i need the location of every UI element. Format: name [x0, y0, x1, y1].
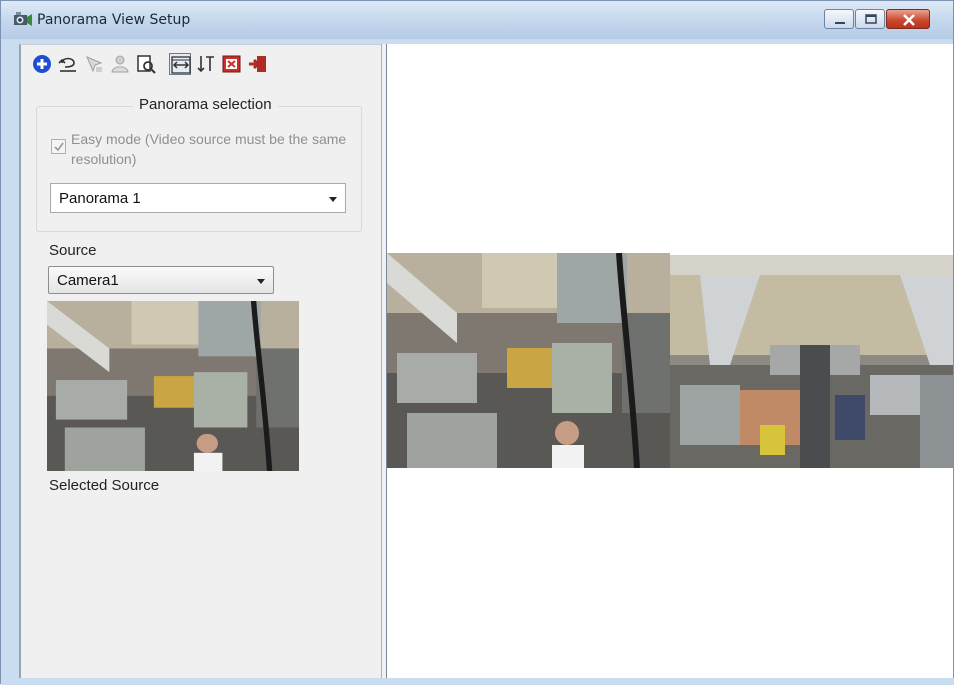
easy-mode-checkbox[interactable]: [51, 139, 66, 154]
panorama-preview: [387, 44, 953, 678]
panorama-selection-group: Panorama selection Easy mode (Video sour…: [36, 96, 362, 232]
camera-view-1[interactable]: [387, 253, 670, 468]
close-button[interactable]: [886, 9, 930, 29]
camera-view-2[interactable]: [670, 255, 953, 468]
camera-select[interactable]: Camera1: [48, 266, 274, 294]
camera-select-value: Camera1: [57, 272, 119, 289]
panorama-select[interactable]: Panorama 1: [50, 183, 346, 213]
camera-app-icon: [13, 11, 33, 29]
minimize-button[interactable]: [824, 9, 854, 29]
maximize-button[interactable]: [855, 9, 885, 29]
panorama-select-value: Panorama 1: [59, 190, 141, 207]
record-icon[interactable]: [221, 53, 243, 75]
chevron-down-icon: [329, 197, 337, 202]
undo-icon[interactable]: [57, 53, 79, 75]
selected-source-caption: Selected Source: [49, 477, 160, 494]
fit-width-icon[interactable]: [169, 53, 191, 75]
panorama-selection-title: Panorama selection: [133, 96, 278, 113]
title-bar[interactable]: Panorama View Setup: [1, 1, 953, 39]
user-icon[interactable]: [109, 53, 131, 75]
add-icon[interactable]: [31, 53, 53, 75]
setup-panel: Panorama selection Easy mode (Video sour…: [19, 44, 381, 678]
chevron-down-icon: [257, 279, 265, 284]
window-title: Panorama View Setup: [37, 12, 191, 28]
exit-icon[interactable]: [247, 53, 269, 75]
selected-source-thumbnail: [47, 301, 299, 471]
sort-icon[interactable]: [195, 53, 217, 75]
source-label: Source: [49, 242, 97, 259]
easy-mode-label: Easy mode (Video source must be the same…: [71, 131, 347, 167]
move-icon[interactable]: [83, 53, 105, 75]
panorama-setup-window: Panorama View Setup Panorama selection E…: [0, 0, 954, 685]
toolbar: [31, 53, 371, 79]
preview-icon[interactable]: [135, 53, 157, 75]
